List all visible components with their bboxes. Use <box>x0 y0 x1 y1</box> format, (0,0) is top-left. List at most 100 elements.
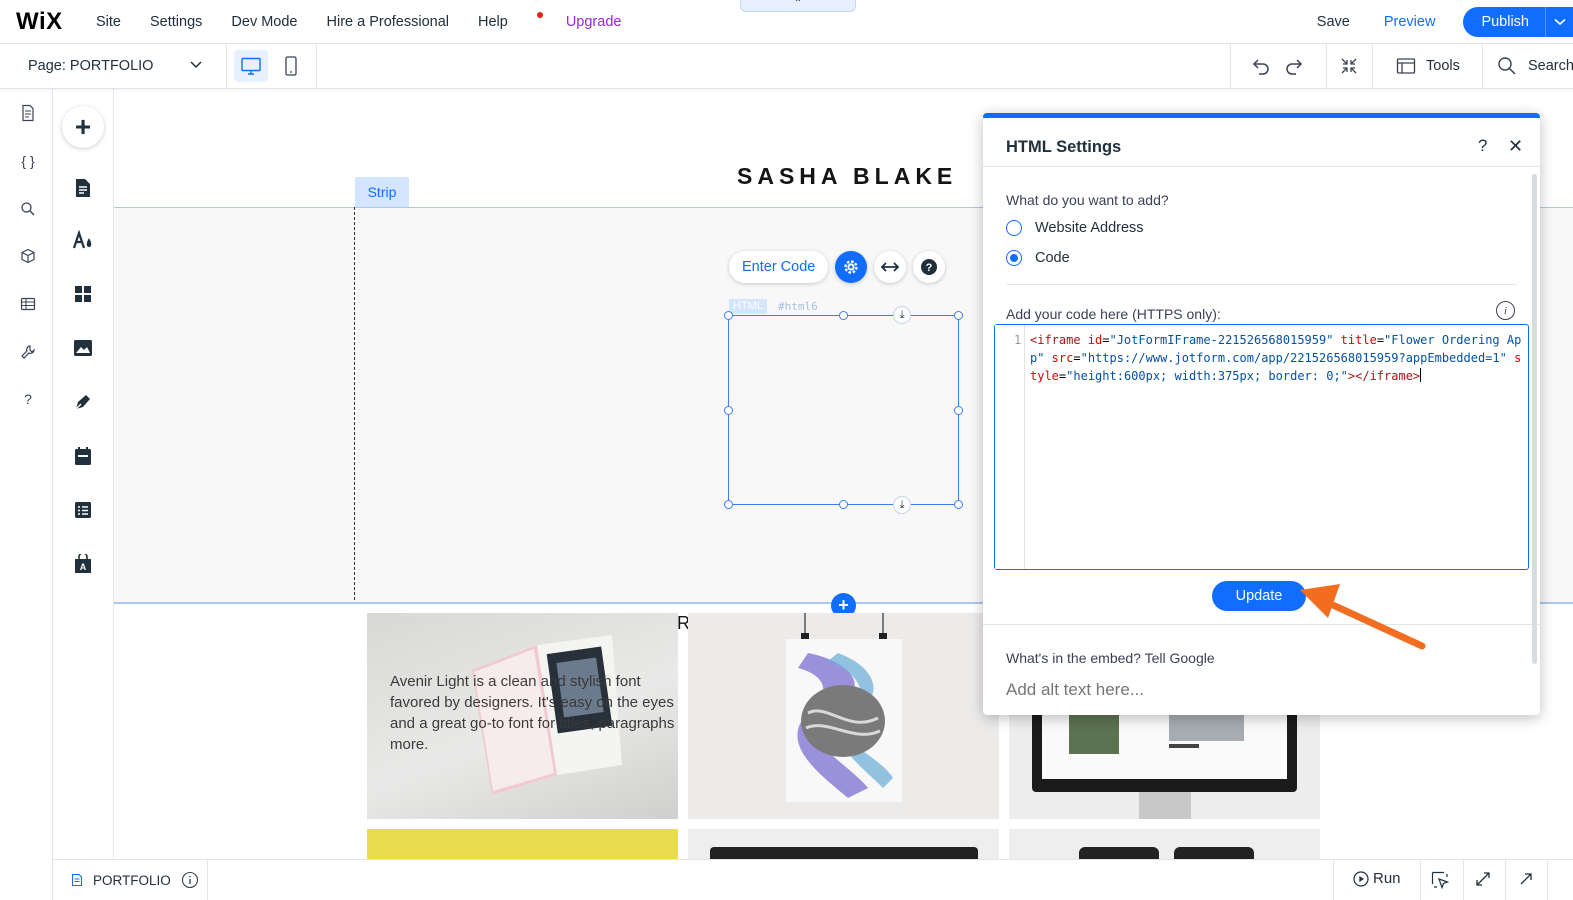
gear-icon <box>844 260 859 274</box>
left-rail: { } ? <box>4 89 53 900</box>
code-content[interactable]: <iframe id = "JotFormIFrame-22152656801595… <box>1030 331 1524 385</box>
bookings-icon[interactable] <box>72 445 94 467</box>
code-panel-page-tab[interactable]: PORTFOLIO <box>71 871 199 889</box>
close-icon[interactable]: ✕ <box>1508 136 1523 157</box>
code-files-icon[interactable]: { } <box>18 151 38 171</box>
code-token: ></iframe> <box>1347 369 1421 383</box>
gallery-item[interactable] <box>1009 829 1320 859</box>
html-embed-element[interactable]: ⤓ ⤓ <box>724 306 963 514</box>
menu-hire-professional[interactable]: Hire a Professional <box>327 14 450 30</box>
gallery-item[interactable] <box>688 613 999 819</box>
stretch-button[interactable] <box>874 251 907 283</box>
alt-text-input[interactable] <box>1006 680 1506 700</box>
resize-handle[interactable] <box>724 311 733 320</box>
open-external-icon[interactable] <box>1518 871 1534 887</box>
tools-button[interactable]: Tools <box>1426 58 1460 74</box>
poster-image <box>786 613 902 802</box>
page-name: PORTFOLIO <box>69 58 154 74</box>
publish-options-button[interactable] <box>1545 6 1573 37</box>
info-icon[interactable]: i <box>1496 301 1515 320</box>
preview-button[interactable]: Preview <box>1384 14 1436 30</box>
tile-text[interactable]: Avenir Light is a clean and stylish font… <box>390 671 678 755</box>
cms-icon[interactable] <box>72 499 94 521</box>
mobile-view-button[interactable] <box>274 50 308 82</box>
enter-code-button[interactable]: Enter Code <box>729 251 829 283</box>
editor-toolbar: Page: PORTFOLIO Tools Search <box>0 44 1573 89</box>
menu-site[interactable]: Site <box>96 14 121 30</box>
run-label: Run <box>1373 870 1401 887</box>
dialog-help-button[interactable]: ? <box>1478 136 1487 156</box>
database-icon[interactable] <box>18 294 38 314</box>
wix-logo[interactable]: WiX <box>16 8 80 36</box>
pages-icon[interactable] <box>18 103 38 123</box>
resize-handle[interactable] <box>954 500 963 509</box>
code-token: = <box>1073 351 1081 365</box>
resize-handle[interactable] <box>954 406 963 415</box>
divider <box>1230 44 1231 88</box>
menus-pages-icon[interactable] <box>72 177 94 199</box>
radio-code[interactable]: Code <box>1006 250 1070 266</box>
strip-label[interactable]: Strip <box>355 177 409 207</box>
resize-handle[interactable] <box>839 500 848 509</box>
element-select-icon[interactable] <box>1431 871 1449 889</box>
radio-button[interactable] <box>1006 220 1022 236</box>
dialog-scrollbar[interactable] <box>1532 174 1537 664</box>
apps-icon[interactable] <box>72 283 94 305</box>
save-button[interactable]: Save <box>1317 14 1350 30</box>
resize-handle[interactable] <box>954 311 963 320</box>
redo-icon[interactable] <box>1284 56 1304 76</box>
undo-icon[interactable] <box>1251 56 1271 76</box>
search-button[interactable]: Search <box>1528 58 1573 74</box>
add-panel: + A <box>53 89 114 900</box>
zoom-out-icon[interactable] <box>1339 56 1359 76</box>
menu-settings[interactable]: Settings <box>150 14 202 30</box>
expand-icon[interactable] <box>1475 871 1491 887</box>
radio-button-selected[interactable] <box>1006 250 1022 266</box>
help-button[interactable]: ? <box>913 251 946 283</box>
anchor-icon[interactable]: ⤓ <box>893 306 911 324</box>
resize-handle[interactable] <box>839 311 848 320</box>
menu-help[interactable]: Help <box>478 11 543 30</box>
divider <box>1547 860 1548 900</box>
site-title[interactable]: SASHA BLAKE <box>737 163 957 190</box>
run-button[interactable]: Run <box>1353 870 1401 887</box>
gallery-item[interactable] <box>367 829 678 859</box>
publish-button[interactable]: Publish <box>1463 6 1545 37</box>
search-icon[interactable] <box>18 199 38 219</box>
radio-website-address[interactable]: Website Address <box>1006 220 1144 236</box>
divider <box>983 166 1540 167</box>
search-icon[interactable] <box>1497 56 1517 76</box>
element-type-tag: HTML <box>729 299 767 314</box>
media-icon[interactable] <box>72 337 94 359</box>
resize-handle[interactable] <box>724 406 733 415</box>
gallery-item[interactable] <box>688 829 999 859</box>
tools-icon[interactable] <box>1396 56 1416 76</box>
code-editor[interactable]: 1 <iframe id = "JotFormIFrame-221526568015… <box>994 324 1529 570</box>
packages-icon[interactable] <box>18 246 38 266</box>
resize-handle[interactable] <box>724 500 733 509</box>
desktop-icon <box>241 57 261 75</box>
code-token: title <box>1333 333 1377 347</box>
settings-button[interactable] <box>835 251 868 283</box>
stretch-icon <box>881 262 900 272</box>
add-elements-button[interactable]: + <box>62 106 104 148</box>
desktop-view-button[interactable] <box>234 50 268 82</box>
gallery-item[interactable]: Avenir Light is a clean and stylish font… <box>367 613 678 819</box>
menu-dev-mode[interactable]: Dev Mode <box>231 14 297 30</box>
page-selector[interactable]: Page: PORTFOLIO <box>28 58 153 74</box>
code-field-label: Add your code here (HTTPS only): <box>1006 306 1221 322</box>
site-design-icon[interactable] <box>72 229 94 251</box>
collapse-topbar-tab[interactable]: ⌃ <box>740 0 856 12</box>
info-icon[interactable] <box>181 871 199 889</box>
blog-icon[interactable] <box>72 391 94 413</box>
radio-dot <box>1010 254 1018 262</box>
menu-upgrade[interactable]: Upgrade <box>566 14 622 30</box>
chevron-down-icon[interactable] <box>189 57 203 71</box>
anchor-icon[interactable]: ⤓ <box>893 496 911 514</box>
mobile-icon <box>285 56 297 76</box>
app-market-icon[interactable]: A <box>72 553 94 575</box>
help-icon[interactable]: ? <box>18 389 38 409</box>
divider <box>1006 284 1517 285</box>
developer-tools-icon[interactable] <box>18 342 38 362</box>
phone-image <box>1079 847 1159 859</box>
